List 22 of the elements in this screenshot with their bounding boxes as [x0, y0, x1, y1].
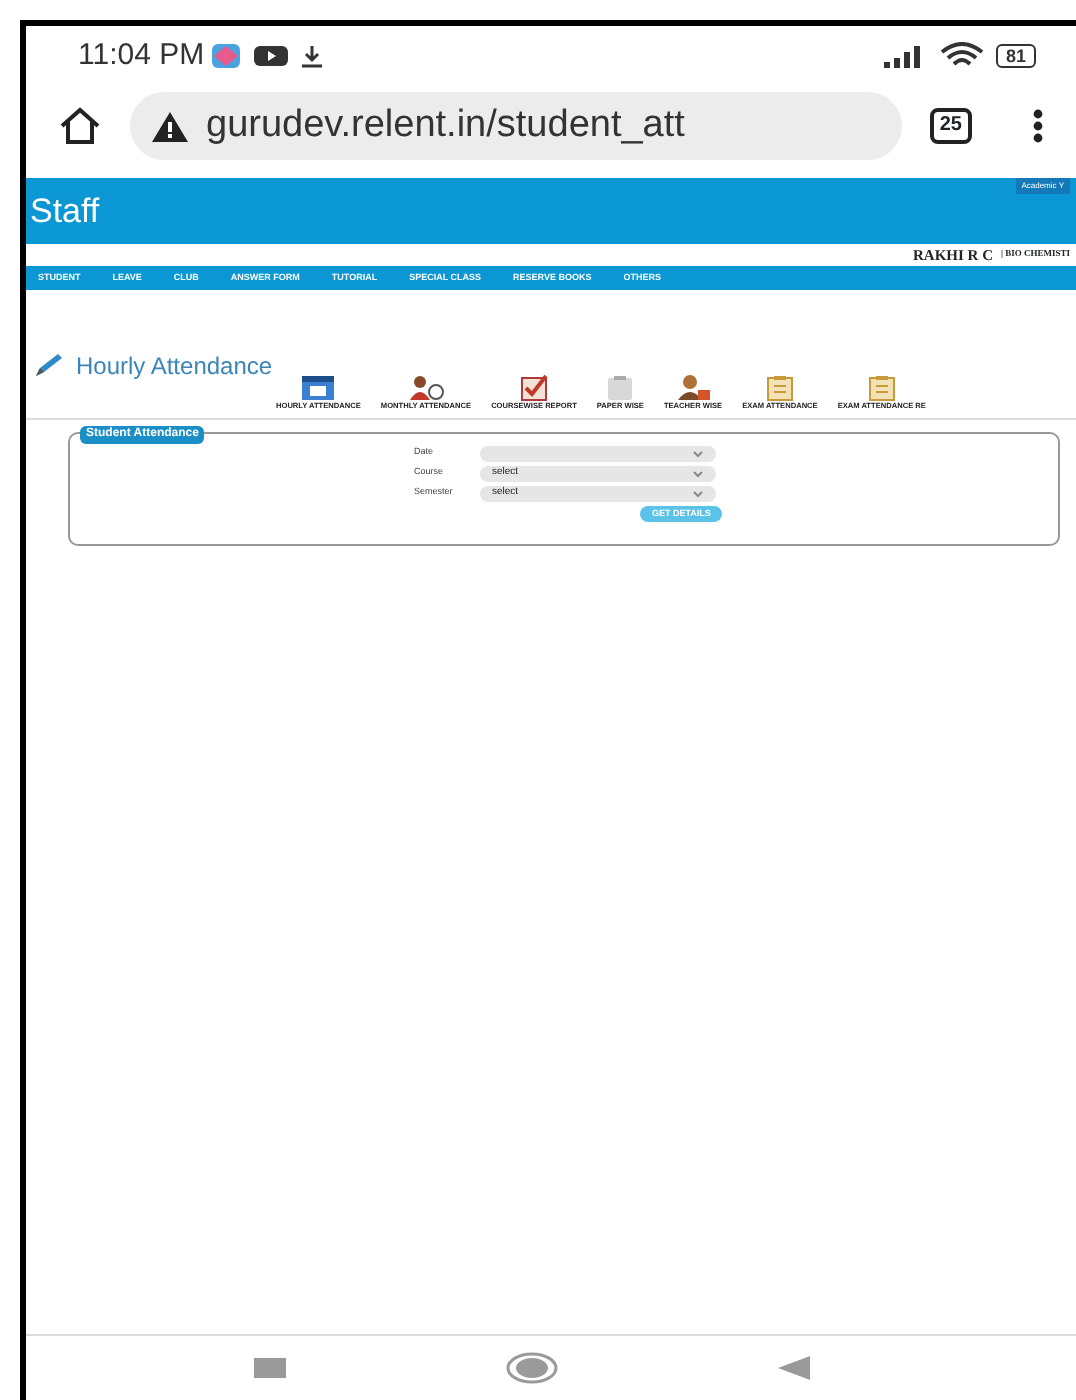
- site-logo: Staff: [30, 189, 100, 234]
- select-field[interactable]: [480, 445, 716, 462]
- download-icon: [300, 44, 325, 68]
- address-bar[interactable]: gurudev.relent.in/student_att: [130, 92, 902, 160]
- calendar-icon[interactable]: [298, 372, 339, 402]
- warning-icon: [150, 109, 190, 143]
- home-icon[interactable]: [58, 106, 102, 146]
- status-time: 11:04 PM: [78, 35, 205, 76]
- page-title: Hourly Attendance: [76, 350, 273, 384]
- back-icon[interactable]: [777, 1356, 809, 1380]
- battery-icon: 81: [995, 44, 1036, 68]
- url-text: gurudev.relent.in/student_att: [206, 101, 685, 150]
- tab-count[interactable]: 25: [929, 108, 972, 144]
- people-icon[interactable]: [405, 372, 446, 402]
- app-icon: [210, 42, 243, 70]
- wifi-icon: [939, 42, 984, 70]
- teacher-icon[interactable]: [673, 372, 714, 402]
- home-button-icon[interactable]: [505, 1352, 557, 1384]
- pencil-icon: [32, 352, 64, 380]
- video-icon: [254, 44, 289, 68]
- recent-apps-icon[interactable]: [253, 1358, 285, 1378]
- menu-icon[interactable]: [1032, 108, 1044, 144]
